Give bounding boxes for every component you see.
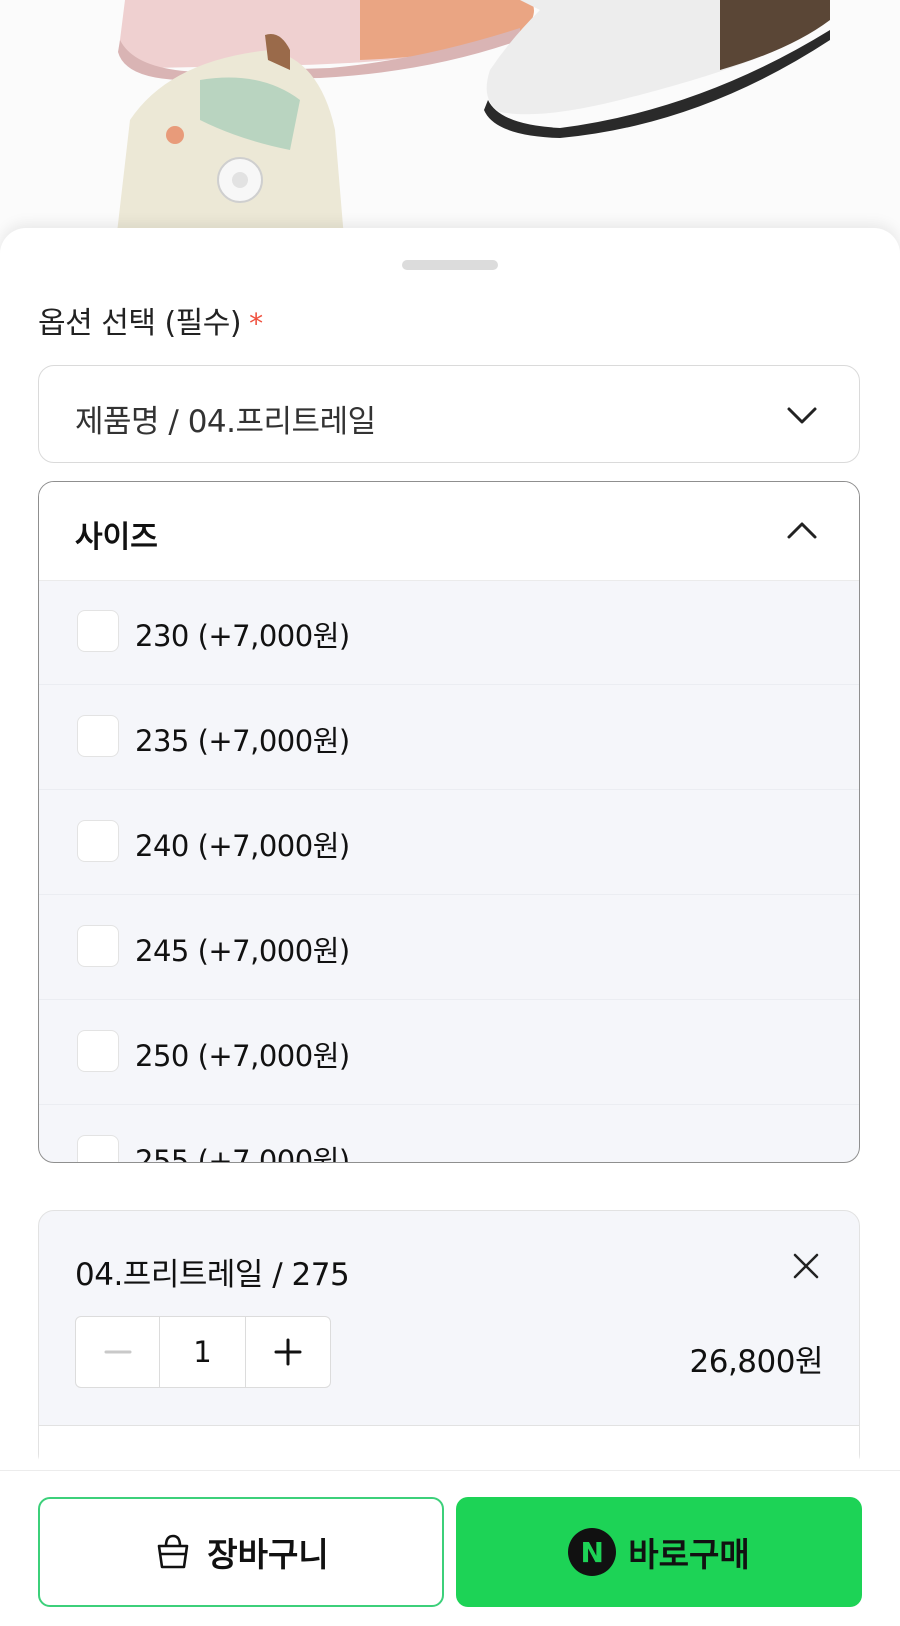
naver-pay-icon: N: [568, 1528, 617, 1576]
buy-now-button[interactable]: N 바로구매: [456, 1497, 862, 1607]
shoes-illustration: [115, 0, 830, 250]
card-lower-area: [39, 1426, 859, 1471]
size-option-label: 255 (+7,000원): [135, 1144, 350, 1163]
chevron-down-icon: [787, 407, 817, 424]
add-to-cart-label: 장바구니: [207, 1535, 329, 1574]
sheet-drag-handle[interactable]: [402, 260, 498, 270]
plus-icon: [274, 1338, 302, 1366]
chevron-up-icon: [787, 522, 817, 539]
size-option-list: 230 (+7,000원) 235 (+7,000원) 240 (+7,000원…: [39, 580, 859, 1163]
selected-option-price: 26,800원: [689, 1344, 824, 1380]
size-option-label: 250 (+7,000원): [135, 1039, 350, 1073]
size-checkbox[interactable]: [77, 1135, 119, 1162]
selected-option-name: 04.프리트레일 / 275: [75, 1257, 350, 1293]
size-checkbox[interactable]: [77, 820, 119, 862]
product-select-value: 제품명 / 04.프리트레일: [75, 404, 376, 440]
size-dropdown-header[interactable]: 사이즈: [39, 482, 859, 581]
size-checkbox[interactable]: [77, 715, 119, 757]
size-option[interactable]: 255 (+7,000원): [39, 1105, 859, 1163]
size-dropdown: 사이즈 230 (+7,000원) 235 (+7,000원) 240 (+7,…: [38, 481, 860, 1163]
size-option[interactable]: 240 (+7,000원): [39, 790, 859, 895]
size-option-label: 245 (+7,000원): [135, 934, 350, 968]
size-option-label: 230 (+7,000원): [135, 619, 350, 653]
size-checkbox[interactable]: [77, 925, 119, 967]
increase-quantity-button[interactable]: [246, 1317, 330, 1387]
minus-icon: [104, 1350, 131, 1354]
add-to-cart-button[interactable]: 장바구니: [38, 1497, 444, 1607]
shopping-bag-icon: [157, 1534, 189, 1569]
option-bottom-sheet: 옵션 선택 (필수) * 제품명 / 04.프리트레일 사이즈 230 (+7,0…: [0, 228, 900, 1625]
size-checkbox[interactable]: [77, 1030, 119, 1072]
product-image: [0, 0, 900, 250]
quantity-stepper: 1: [75, 1316, 331, 1388]
size-option[interactable]: 230 (+7,000원): [39, 580, 859, 685]
product-select[interactable]: 제품명 / 04.프리트레일: [38, 365, 860, 463]
option-section-title: 옵션 선택 (필수) *: [38, 298, 263, 342]
buy-now-label: 바로구매: [628, 1535, 750, 1574]
size-option-label: 235 (+7,000원): [135, 724, 350, 758]
quantity-value[interactable]: 1: [160, 1317, 246, 1387]
size-option[interactable]: 250 (+7,000원): [39, 1000, 859, 1105]
selected-option-card: 04.프리트레일 / 275 1 26,800원: [38, 1210, 860, 1471]
option-title-text: 옵션 선택 (필수): [38, 306, 242, 341]
size-option-label: 240 (+7,000원): [135, 829, 350, 863]
size-dropdown-label: 사이즈: [75, 520, 158, 555]
size-option[interactable]: 235 (+7,000원): [39, 685, 859, 790]
decrease-quantity-button[interactable]: [76, 1317, 160, 1387]
size-option[interactable]: 245 (+7,000원): [39, 895, 859, 1000]
bottom-action-bar: 장바구니 N 바로구매: [0, 1470, 900, 1626]
close-icon[interactable]: [791, 1251, 821, 1281]
required-mark: *: [249, 307, 263, 340]
size-checkbox[interactable]: [77, 610, 119, 652]
